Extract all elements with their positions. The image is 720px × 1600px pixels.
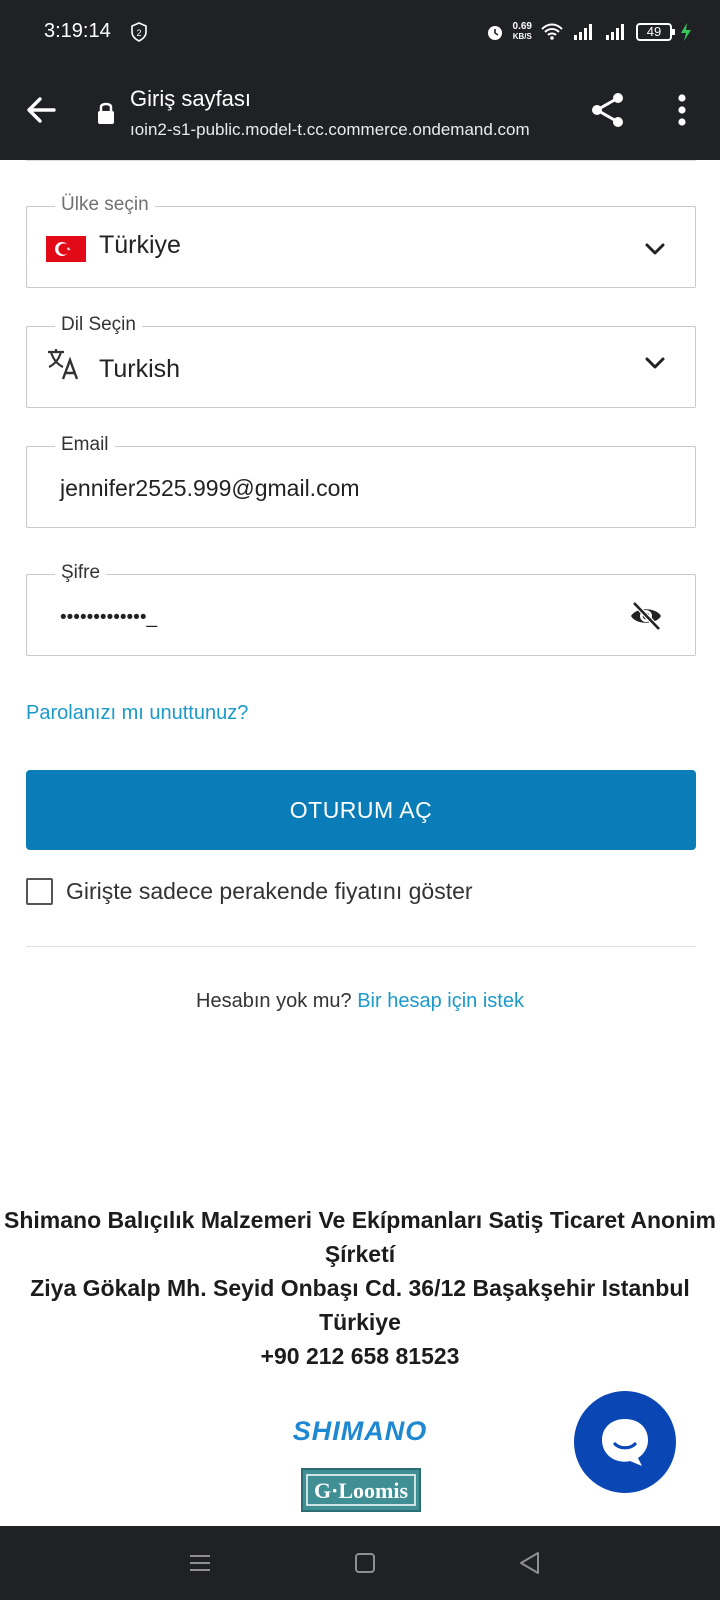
retail-price-checkbox[interactable] xyxy=(26,878,53,905)
country-value: Türkiye xyxy=(99,231,181,259)
visibility-off-icon[interactable] xyxy=(629,601,663,631)
login-button[interactable]: OTURUM AÇ xyxy=(26,770,696,850)
charging-icon xyxy=(681,23,691,41)
email-field[interactable]: Email jennifer2525.999@gmail.com xyxy=(26,434,696,528)
footer-address: Shimano Balıçılık Malzemeri Ve Ekípmanla… xyxy=(0,1203,720,1373)
signup-row: Hesabın yok mu? Bir hesap için istek xyxy=(0,990,720,1013)
divider xyxy=(26,160,696,161)
back-arrow-icon[interactable] xyxy=(22,90,62,130)
signup-prompt: Hesabın yok mu? xyxy=(196,990,352,1012)
language-label: Dil Seçin xyxy=(55,314,142,336)
password-field[interactable]: Şifre •••••••••••••_ xyxy=(26,562,696,656)
translate-icon xyxy=(48,349,79,380)
shimano-logo: SHIMANO xyxy=(293,1416,428,1446)
address-line-2: Türkiye xyxy=(319,1309,401,1335)
recent-apps-icon[interactable] xyxy=(188,1548,212,1578)
company-line-2: Şírketí xyxy=(324,1241,396,1267)
country-label: Ülke seçin xyxy=(55,194,155,216)
nav-back-icon[interactable] xyxy=(518,1550,542,1576)
notification-count: 2 xyxy=(136,28,141,38)
browser-toolbar: Giriş sayfası ıoin2-s1-public.model-t.cc… xyxy=(0,64,720,160)
language-select[interactable]: Dil Seçin Turkish xyxy=(26,314,696,408)
more-vert-icon[interactable] xyxy=(664,90,700,130)
page-title: Giriş sayfası xyxy=(130,86,252,111)
phone-number: +90 212 658 81523 xyxy=(260,1343,460,1369)
battery-icon: 49 xyxy=(636,23,675,41)
network-speed-value: 0.69 xyxy=(512,21,532,32)
shimano-logo-text: SHIMANO xyxy=(293,1416,428,1446)
retail-price-label[interactable]: Girişte sadece perakende fiyatını göster xyxy=(66,878,473,905)
password-label: Şifre xyxy=(55,562,107,584)
network-speed-unit: KB/S xyxy=(512,32,532,41)
gloomis-logo-text: G·Loomis xyxy=(314,1478,409,1503)
request-account-link[interactable]: Bir hesap için istek xyxy=(357,990,524,1012)
gloomis-logo: G·Loomis xyxy=(301,1468,421,1512)
status-indicators: 0.69 KB/S 49 xyxy=(485,18,692,46)
email-input[interactable]: jennifer2525.999@gmail.com xyxy=(60,475,360,502)
status-bar: 3:19:14 2 0.69 KB/S 49 xyxy=(0,0,720,64)
chevron-down-icon xyxy=(645,357,665,369)
address-line-1: Ziya Gökalp Mh. Seyid Onbaşı Cd. 36/12 B… xyxy=(30,1275,690,1301)
signal-icon-2 xyxy=(606,24,624,40)
email-label: Email xyxy=(55,434,115,456)
company-line-1: Shimano Balıçılık Malzemeri Ve Ekípmanla… xyxy=(4,1207,716,1233)
password-input[interactable]: •••••••••••••_ xyxy=(60,607,157,629)
network-speed: 0.69 KB/S xyxy=(513,22,532,42)
page-url[interactable]: ıoin2-s1-public.model-t.cc.commerce.onde… xyxy=(130,120,562,140)
lock-icon xyxy=(98,102,114,124)
status-time: 3:19:14 xyxy=(44,20,111,42)
country-select[interactable]: Ülke seçin Türkiye xyxy=(26,194,696,288)
chevron-down-icon xyxy=(645,243,665,255)
chat-icon xyxy=(602,1419,648,1466)
signal-icon xyxy=(574,24,592,40)
wifi-icon xyxy=(541,23,563,40)
share-icon[interactable] xyxy=(588,90,628,130)
forgot-password-link[interactable]: Parolanızı mı unuttunuz? xyxy=(26,702,248,725)
divider xyxy=(26,946,696,947)
turkey-flag-icon xyxy=(46,236,86,262)
system-nav-bar xyxy=(0,1526,720,1600)
home-icon[interactable] xyxy=(354,1552,376,1574)
shield-icon: 2 xyxy=(131,22,147,42)
chat-button[interactable] xyxy=(574,1391,676,1493)
language-value: Turkish xyxy=(99,355,181,383)
alarm-icon xyxy=(487,26,502,40)
